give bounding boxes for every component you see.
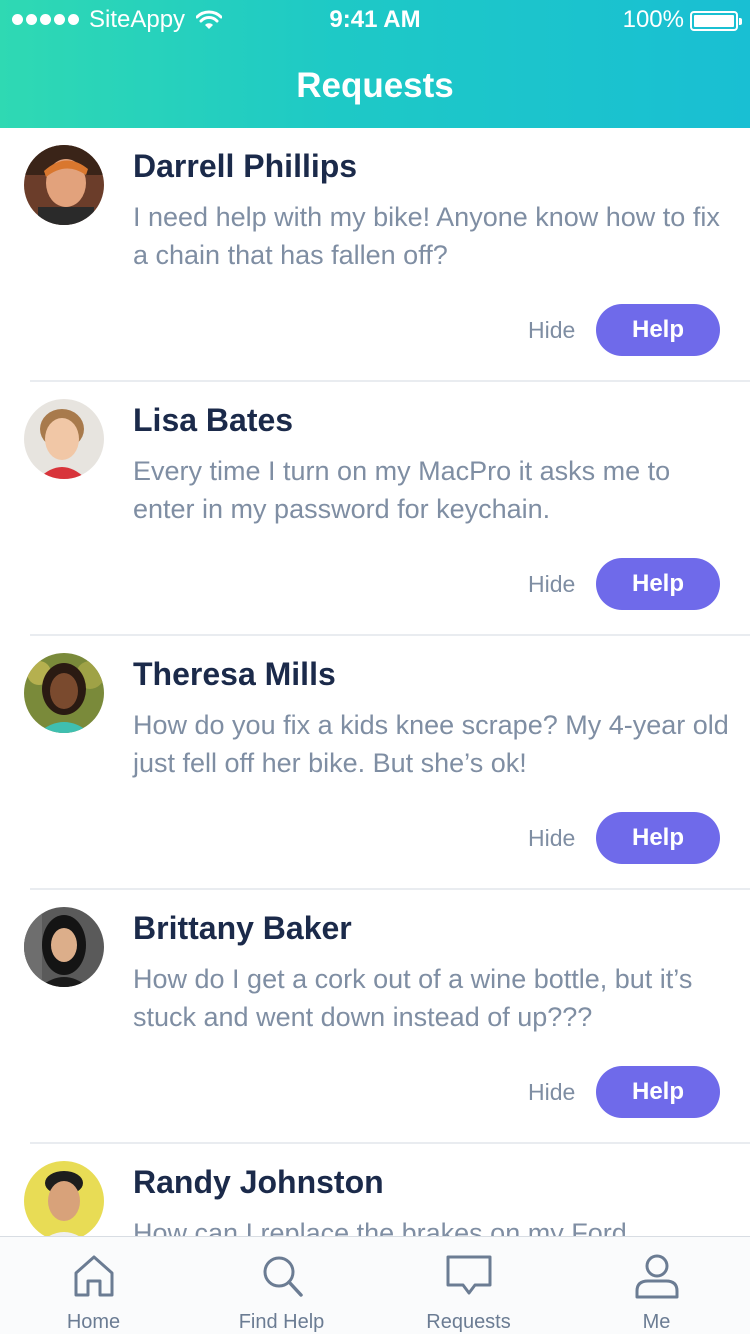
hide-button[interactable]: Hide xyxy=(528,1079,575,1106)
tab-label: Me xyxy=(642,1311,671,1333)
person-icon xyxy=(635,1254,678,1299)
requester-name: Randy Johnston xyxy=(133,1164,384,1200)
request-card: Theresa Mills How do you fix a kids knee… xyxy=(0,636,750,890)
help-button[interactable]: Help xyxy=(596,558,720,610)
help-button[interactable]: Help xyxy=(596,812,720,864)
help-button[interactable]: Help xyxy=(596,1066,720,1118)
request-card: Randy Johnston How can I replace the bra… xyxy=(0,1144,750,1236)
tab-requests[interactable]: Requests xyxy=(375,1237,562,1334)
requester-name: Brittany Baker xyxy=(133,910,352,946)
tab-label: Requests xyxy=(426,1311,511,1333)
hide-button[interactable]: Hide xyxy=(528,317,575,344)
avatar[interactable] xyxy=(24,907,104,987)
tab-label: Find Help xyxy=(238,1311,325,1333)
battery-icon xyxy=(690,11,742,31)
request-card: Brittany Baker How do I get a cork out o… xyxy=(0,890,750,1144)
request-message: How can I replace the brakes on my Ford xyxy=(133,1218,627,1236)
request-message: How do I get a cork out of a wine bottle… xyxy=(133,964,693,1032)
home-icon xyxy=(74,1255,113,1297)
request-message: I need help with my bike! Anyone know ho… xyxy=(133,202,720,270)
tab-me[interactable]: Me xyxy=(563,1237,750,1334)
tab-label: Home xyxy=(66,1311,121,1333)
tab-bar: Home Find Help Requests Me xyxy=(0,1236,750,1334)
avatar[interactable] xyxy=(24,399,104,479)
header: SiteAppy 9:41 AM 100% Requests xyxy=(0,0,750,128)
request-card: Darrell Phillips I need help with my bik… xyxy=(0,128,750,382)
request-card: Lisa Bates Every time I turn on my MacPr… xyxy=(0,382,750,636)
search-icon xyxy=(263,1256,303,1297)
requester-name: Darrell Phillips xyxy=(133,148,358,184)
help-button[interactable]: Help xyxy=(596,304,720,356)
avatar[interactable] xyxy=(24,653,104,733)
status-bar: SiteAppy 9:41 AM 100% xyxy=(0,0,750,40)
battery-percentage: 100% xyxy=(622,6,684,33)
hide-button[interactable]: Hide xyxy=(528,825,575,852)
tab-find-help[interactable]: Find Help xyxy=(188,1237,375,1334)
request-message: Every time I turn on my MacPro it asks m… xyxy=(133,456,671,524)
avatar[interactable] xyxy=(24,1161,104,1236)
avatar[interactable] xyxy=(24,145,104,225)
page-title: Requests xyxy=(296,66,454,105)
requester-name: Theresa Mills xyxy=(133,656,336,692)
request-message: How do you fix a kids knee scrape? My 4-… xyxy=(133,710,729,778)
requests-list[interactable]: Darrell Phillips I need help with my bik… xyxy=(0,128,750,1236)
tab-home[interactable]: Home xyxy=(0,1237,187,1334)
chat-bubble-icon xyxy=(446,1255,491,1295)
hide-button[interactable]: Hide xyxy=(528,571,575,598)
requester-name: Lisa Bates xyxy=(133,402,294,438)
